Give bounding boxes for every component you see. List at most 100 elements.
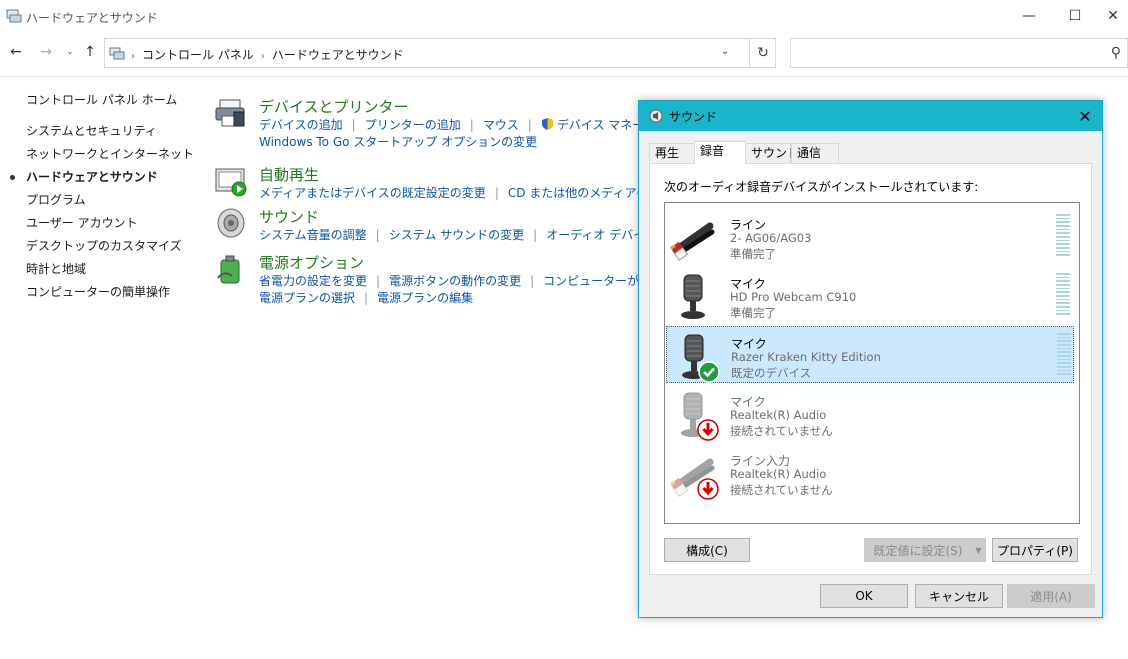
- level-meter-bar: [1057, 358, 1071, 361]
- link-separator: |: [351, 118, 356, 132]
- close-button[interactable]: ✕: [1098, 0, 1128, 32]
- category-link[interactable]: システム音量の調整: [259, 228, 367, 242]
- tab-communications[interactable]: 通信: [791, 143, 839, 163]
- sidebar-item[interactable]: 時計と地域: [26, 261, 206, 284]
- level-meter-bar: [1056, 280, 1070, 282]
- maximize-button[interactable]: ☐: [1052, 0, 1098, 32]
- breadcrumb-control-panel[interactable]: コントロール パネル: [142, 48, 254, 62]
- autoplay-icon[interactable]: [214, 164, 248, 198]
- forward-button[interactable]: →: [36, 42, 56, 62]
- search-icon: ⚲: [1110, 45, 1121, 61]
- refresh-button[interactable]: ↻: [749, 39, 776, 67]
- level-meter-bar: [1056, 217, 1070, 220]
- category-heading[interactable]: デバイスとプリンター: [259, 96, 409, 117]
- address-bar[interactable]: › コントロール パネル › ハードウェアとサウンド ⌄ ↻: [104, 38, 776, 68]
- link-separator: |: [469, 118, 474, 132]
- device-list-item[interactable]: マイク Realtek(R) Audio 接続されていません: [666, 385, 1074, 442]
- category-link[interactable]: プリンターの追加: [365, 118, 461, 132]
- tab-recording[interactable]: 録音: [694, 141, 746, 164]
- control-panel-icon: [109, 47, 125, 60]
- configure-button[interactable]: 構成(C): [664, 538, 750, 562]
- sidebar-item[interactable]: ユーザー アカウント: [26, 215, 206, 238]
- sidebar-item[interactable]: システムとセキュリティ: [26, 123, 206, 146]
- device-status: 接続されていません: [730, 483, 833, 497]
- level-meter: [1056, 273, 1070, 315]
- battery-icon[interactable]: [214, 252, 248, 286]
- set-default-dropdown-button[interactable]: ▼: [971, 538, 986, 562]
- level-meter-bar: [1056, 225, 1070, 227]
- speaker-icon[interactable]: [214, 206, 248, 240]
- category-link[interactable]: メディアまたはデバイスの既定設定の変更: [259, 186, 486, 200]
- sidebar-item[interactable]: デスクトップのカスタマイズ: [26, 238, 206, 261]
- category-link[interactable]: 省電力の設定を変更: [259, 274, 367, 288]
- sidebar-item[interactable]: コンピューターの簡単操作: [26, 284, 206, 307]
- microphone-icon: [670, 273, 720, 321]
- recent-locations-button[interactable]: ⌄: [60, 42, 80, 62]
- category-link[interactable]: マウス: [483, 118, 519, 132]
- apply-button[interactable]: 適用(A): [1007, 584, 1095, 608]
- sidebar-item[interactable]: ネットワークとインターネット: [26, 146, 206, 169]
- level-meter-bar: [1057, 366, 1071, 368]
- sidebar-item[interactable]: プログラム: [26, 192, 206, 215]
- category-link[interactable]: 電源プランの選択: [259, 291, 355, 305]
- category-link[interactable]: デバイスの追加: [259, 118, 343, 132]
- category-heading[interactable]: サウンド: [259, 206, 319, 227]
- back-button[interactable]: ←: [6, 42, 26, 62]
- ok-button[interactable]: OK: [820, 584, 908, 608]
- minimize-button[interactable]: —: [1006, 0, 1052, 32]
- device-description: 2- AG06/AG03: [730, 231, 812, 245]
- category-link[interactable]: Windows To Go スタートアップ オプションの変更: [259, 135, 537, 149]
- control-panel-icon: [6, 9, 22, 23]
- level-meter-bar: [1057, 336, 1071, 339]
- sidebar-home-link[interactable]: コントロール パネル ホーム: [26, 91, 206, 111]
- printer-icon[interactable]: [214, 96, 248, 130]
- device-list-item[interactable]: マイク Razer Kraken Kitty Edition 既定のデバイス: [666, 326, 1074, 383]
- unplugged-arrow-icon: [697, 419, 719, 441]
- address-dropdown-button[interactable]: ⌄: [721, 46, 729, 57]
- link-separator: |: [376, 274, 381, 288]
- cancel-button[interactable]: キャンセル: [915, 584, 1003, 608]
- category-heading[interactable]: 自動再生: [259, 164, 319, 185]
- level-meter-bar: [1057, 373, 1071, 375]
- category-link[interactable]: 電源ボタンの動作の変更: [389, 274, 521, 288]
- set-default-button[interactable]: 既定値に設定(S): [864, 538, 972, 562]
- level-meter-bar: [1057, 344, 1071, 346]
- level-meter-bar: [1056, 313, 1070, 315]
- device-list-item[interactable]: ライン 2- AG06/AG03 準備完了: [666, 208, 1074, 265]
- level-meter-bar: [1056, 247, 1070, 249]
- level-meter-bar: [1056, 273, 1070, 275]
- window-titlebar: ハードウェアとサウンド — ☐ ✕: [0, 0, 1128, 32]
- search-input[interactable]: ⚲: [790, 38, 1128, 68]
- tab-sounds[interactable]: サウンド: [745, 143, 799, 163]
- category-link[interactable]: システム サウンドの変更: [389, 228, 524, 242]
- category-links: 省電力の設定を変更 | 電源ボタンの動作の変更 | コンピューターがスリープ状 電源プラン…: [259, 273, 698, 307]
- level-meter-bar: [1056, 284, 1070, 286]
- level-meter-bar: [1056, 276, 1070, 279]
- level-meter-bar: [1056, 254, 1070, 256]
- sidebar-item[interactable]: ハードウェアとサウンド: [10, 169, 206, 192]
- device-list[interactable]: ライン 2- AG06/AG03 準備完了 マイク HD Pro Webcam C910…: [664, 202, 1080, 524]
- up-button[interactable]: ↑: [80, 42, 100, 62]
- level-meter-bar: [1057, 355, 1071, 357]
- tab-playback[interactable]: 再生: [649, 143, 695, 163]
- device-list-item[interactable]: ライン入力 Realtek(R) Audio 接続されていません: [666, 444, 1074, 501]
- level-meter-bar: [1056, 298, 1070, 301]
- level-meter: [1057, 333, 1071, 375]
- dialog-titlebar[interactable]: サウンド ✕: [639, 101, 1102, 131]
- device-description: Razer Kraken Kitty Edition: [731, 350, 881, 364]
- category-link-row: Windows To Go スタートアップ オプションの変更: [259, 134, 679, 151]
- category-link-row: メディアまたはデバイスの既定設定の変更 | CD または他のメディアの自動再生: [259, 185, 696, 202]
- link-separator: |: [494, 186, 499, 200]
- divider: [0, 76, 1128, 77]
- device-list-description: 次のオーディオ録音デバイスがインストールされています:: [664, 180, 979, 194]
- unplugged-arrow-icon: [697, 478, 719, 500]
- breadcrumb-separator: ›: [260, 51, 265, 62]
- category-link-row: デバイスの追加 | プリンターの追加 | マウス | デバイス マネージャー: [259, 117, 679, 134]
- device-list-item[interactable]: マイク HD Pro Webcam C910 準備完了: [666, 267, 1074, 324]
- category-link[interactable]: 電源プランの編集: [377, 291, 473, 305]
- breadcrumb-hardware-sound[interactable]: ハードウェアとサウンド: [272, 48, 404, 62]
- properties-button[interactable]: プロパティ(P): [992, 538, 1078, 562]
- device-description: HD Pro Webcam C910: [730, 290, 857, 304]
- category-heading[interactable]: 電源オプション: [259, 252, 364, 273]
- dialog-close-button[interactable]: ✕: [1071, 103, 1099, 129]
